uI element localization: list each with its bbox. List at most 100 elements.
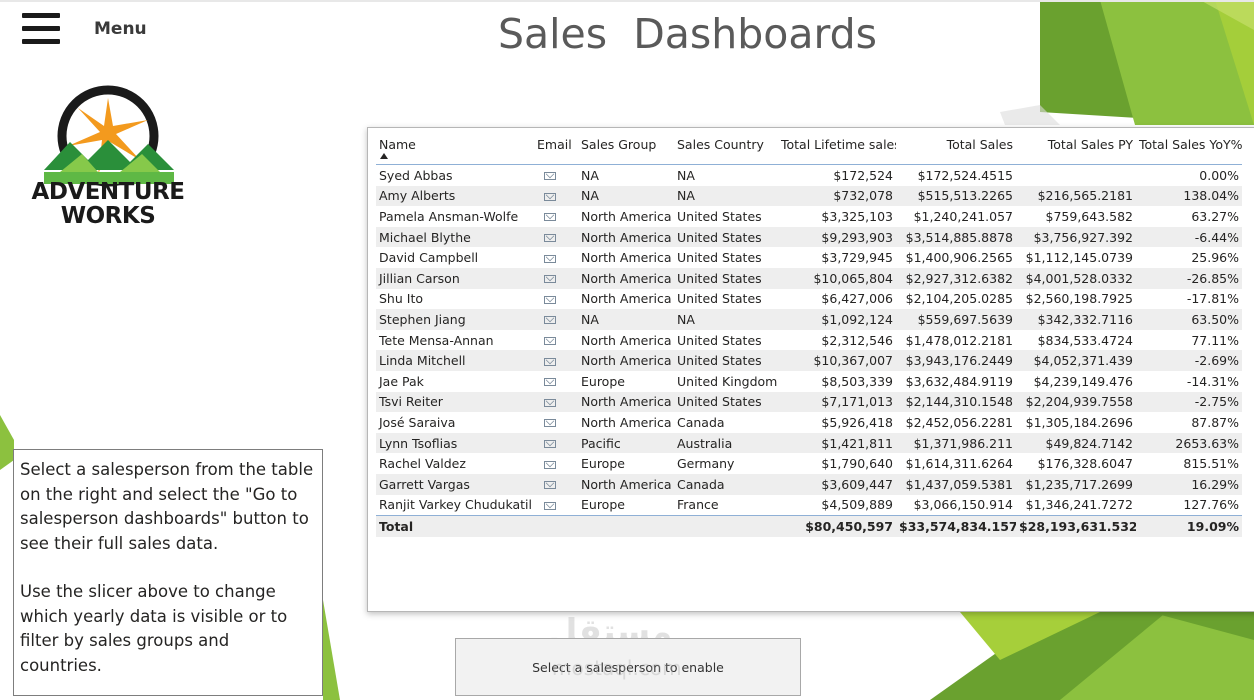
table-cell: Stephen Jiang [376,309,534,330]
email-icon[interactable] [544,213,556,222]
email-icon[interactable] [544,295,556,304]
table-cell: United States [674,267,778,289]
table-cell: $2,144,310.1548 [896,391,1016,413]
table-cell: $1,371,986.211 [896,432,1016,454]
email-icon[interactable] [544,172,556,181]
menu-label[interactable]: Menu [94,19,147,39]
table-cell: $342,332.7116 [1016,309,1136,330]
column-header[interactable]: Total Sales [896,135,1016,165]
table-cell: NA [581,167,599,183]
email-icon[interactable] [544,378,556,387]
column-header[interactable]: Sales Country [674,135,778,165]
table-cell: $732,078 [778,185,896,207]
table-cell [534,289,578,310]
table-row[interactable]: Tete Mensa-Annan North America United Stat… [376,330,1242,351]
table-cell [1016,165,1136,186]
table-cell: NA [677,167,695,183]
table-cell: North America [581,208,672,224]
total-cell: Total [376,515,534,537]
table-row[interactable]: Pamela Ansman-Wolfe North America United S… [376,206,1242,227]
table-cell: $759,643.582 [1045,208,1133,224]
table-cell: $7,171,013 [778,391,896,413]
table-cell: José Saraiva [379,414,456,430]
total-cell: $80,450,597 [778,515,896,537]
email-icon[interactable] [544,254,556,263]
table-cell: $1,305,184.2696 [1025,414,1133,430]
column-header[interactable]: Email [534,135,578,165]
email-icon[interactable] [544,316,556,325]
table-cell: Europe [581,456,625,472]
table-cell [534,247,578,268]
table-cell: $9,293,903 [778,226,896,248]
table-row[interactable]: José Saraiva North America Canada $5,926,41… [376,412,1242,433]
table-cell: $4,509,889 [821,497,893,513]
column-header[interactable]: Total Lifetime sales [778,135,896,165]
column-header[interactable]: Total Sales YoY% [1136,135,1242,165]
table-cell: $1,437,059.5381 [896,473,1016,495]
table-cell: North America [581,332,672,348]
table-cell: United States [677,291,762,307]
table-cell: United States [677,250,762,266]
table-cell: $5,926,418 [821,414,893,430]
table-cell: -2.69% [1136,350,1242,371]
table-row[interactable]: Syed Abbas NA NA $172,524 $172,524.4515 0.00% [376,165,1242,186]
email-icon[interactable] [544,460,556,469]
table-row[interactable]: Tsvi Reiter North America United States $7,… [376,391,1242,413]
hamburger-menu-icon[interactable] [22,13,60,45]
email-icon[interactable] [544,357,556,366]
table-cell: North America [581,414,672,430]
table-row[interactable]: Garrett Vargas North America Canada $3,609,… [376,473,1242,495]
table-cell: $834,533.4724 [1037,332,1133,348]
email-icon[interactable] [544,440,556,449]
email-icon[interactable] [544,337,556,346]
table-row[interactable]: Stephen Jiang NA NA $1,092,124 $559,697.5639… [376,309,1242,330]
table-cell: $3,514,885.8878 [896,226,1016,248]
table-row[interactable]: Lynn Tsoflias Pacific Australia $1,421,811 $… [376,432,1242,454]
table-cell: 63.27% [1191,208,1239,224]
table-cell: NA [674,309,778,330]
table-cell: -17.81% [1186,291,1239,307]
table-row[interactable]: Amy Alberts NA NA $732,078 $515,513.2265 $216… [376,185,1242,207]
column-header[interactable]: Name [376,135,534,165]
table-cell: $172,524.4515 [917,167,1013,183]
email-icon[interactable] [544,481,556,490]
column-header-label: Total Sales [946,137,1013,152]
table-cell: Garrett Vargas [376,473,534,495]
table-cell: Australia [674,432,778,454]
table-row[interactable]: Shu Ito North America United States $6,427,… [376,289,1242,310]
table-row[interactable]: David Campbell North America United States… [376,247,1242,268]
table-cell: Linda Mitchell [376,350,534,371]
table-row[interactable]: Michael Blythe North America United States… [376,226,1242,248]
table-cell [534,432,578,454]
table-cell: $216,565.2181 [1016,185,1136,207]
table-cell [534,267,578,289]
email-icon[interactable] [544,398,556,407]
column-header[interactable]: Total Sales PY [1016,135,1136,165]
table-cell: $2,104,205.0285 [905,291,1013,307]
email-icon[interactable] [544,234,556,243]
email-icon[interactable] [544,275,556,284]
email-icon[interactable] [544,501,556,510]
table-cell: Jae Pak [379,373,424,389]
table-row[interactable]: Jillian Carson North America United States… [376,267,1242,289]
table-cell: Michael Blythe [376,226,534,248]
table-row[interactable]: Linda Mitchell North America United States… [376,350,1242,371]
table-cell: North America [581,250,672,266]
sort-ascending-icon [380,153,388,159]
table-cell: NA [578,309,674,330]
table-cell: $4,239,149.476 [1033,373,1133,389]
email-icon[interactable] [544,419,556,428]
table-cell: Syed Abbas [379,167,453,183]
table-cell [534,185,578,207]
column-header[interactable]: Sales Group [578,135,674,165]
table-row[interactable]: Rachel Valdez Europe Germany $1,790,640 $1,6… [376,453,1242,474]
table-row[interactable]: Jae Pak Europe United Kingdom $8,503,339 $3,… [376,371,1242,392]
table-cell [534,453,578,474]
page-title: Sales Dashboards [498,10,877,58]
email-icon[interactable] [544,192,556,201]
table-cell [534,371,578,392]
table-row[interactable]: Ranjit Varkey Chudukatil Europe France $4,5… [376,495,1242,516]
table-cell: 63.50% [1136,309,1242,330]
table-cell: United States [674,226,778,248]
table-cell: United States [674,391,778,413]
